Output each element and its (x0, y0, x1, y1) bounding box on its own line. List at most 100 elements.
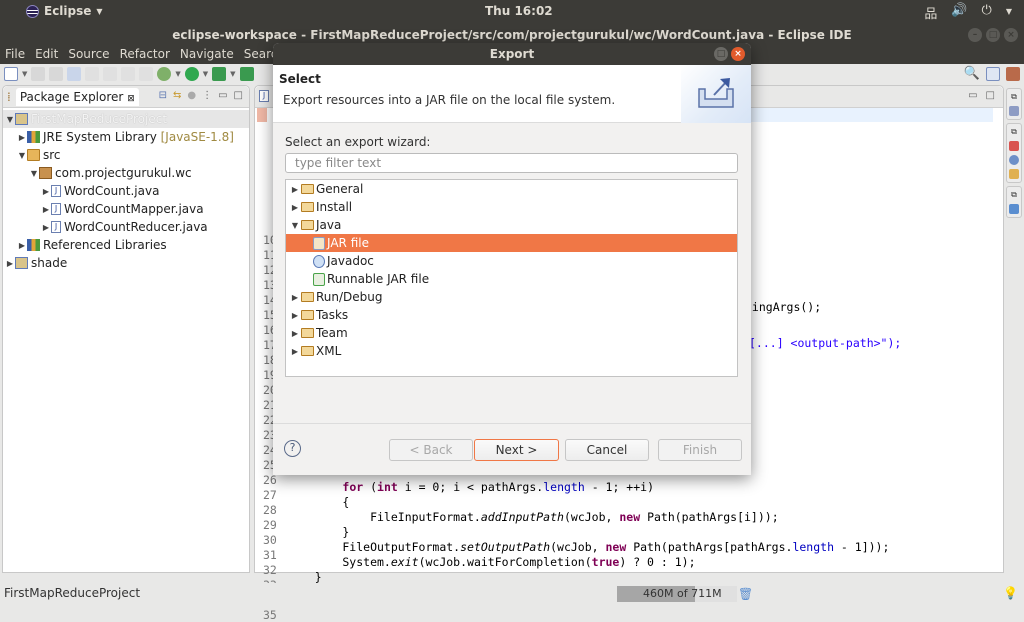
expand-arrow-icon[interactable]: ▶ (289, 329, 301, 338)
back-button[interactable]: < Back (389, 439, 473, 461)
package-explorer-tab[interactable]: Package Explorer ⊠ (15, 87, 139, 106)
network-icon[interactable]: 品 (924, 3, 937, 22)
dialog-maximize-button[interactable]: □ (714, 47, 728, 61)
expand-arrow-icon[interactable]: ▶ (41, 205, 51, 214)
garbage-collect-icon[interactable]: 🗑 (738, 587, 753, 601)
open-perspective-icon[interactable] (986, 66, 1000, 81)
expand-arrow-icon[interactable]: ▼ (29, 169, 39, 178)
wizard-category-tasks[interactable]: ▶ Tasks (286, 306, 737, 324)
task-list-icon[interactable] (1009, 106, 1019, 116)
menu-source[interactable]: Source (63, 46, 114, 64)
tree-item-wordcount[interactable]: ▶ J WordCount.java (3, 182, 249, 200)
collapse-arrow-icon[interactable]: ▼ (289, 221, 301, 230)
wizard-item-javadoc[interactable]: Javadoc (286, 252, 737, 270)
heap-status[interactable]: 460M of 711M (617, 586, 737, 602)
wizard-item-jar-file[interactable]: JAR file (286, 234, 737, 252)
coverage-icon[interactable] (212, 67, 227, 81)
maximize-icon[interactable]: □ (234, 90, 243, 101)
app-menu[interactable]: Eclipse ▼ (26, 4, 103, 18)
run-icon[interactable] (184, 67, 199, 81)
power-icon[interactable]: ⏻ (982, 3, 992, 22)
tree-item-jre[interactable]: ▶ JRE System Library [JavaSE-1.8] (3, 128, 249, 146)
expand-arrow-icon[interactable]: ▶ (5, 259, 15, 268)
filter-icon[interactable]: ● (187, 90, 196, 101)
help-icon[interactable]: ? (284, 440, 301, 457)
wizard-item-runnable-jar[interactable]: Runnable JAR file (286, 270, 737, 288)
expand-arrow-icon[interactable]: ▶ (17, 241, 27, 250)
java-perspective-icon[interactable] (1006, 66, 1020, 81)
maximize-icon[interactable]: □ (986, 90, 995, 101)
chevron-down-icon[interactable]: ▼ (1006, 3, 1012, 22)
wizard-category-xml[interactable]: ▶ XML (286, 342, 737, 360)
view-menu-icon[interactable]: ⋮ (202, 90, 212, 101)
expand-arrow-icon[interactable]: ▶ (289, 185, 301, 194)
wizard-category-java[interactable]: ▼ Java (286, 216, 737, 234)
expand-arrow-icon[interactable]: ▶ (17, 133, 27, 142)
close-icon[interactable]: ⊠ (127, 94, 135, 104)
tip-bulb-icon[interactable]: 💡 (1003, 586, 1018, 600)
expand-arrow-icon[interactable]: ▶ (289, 293, 301, 302)
minimize-button[interactable]: – (968, 28, 982, 42)
system-tray[interactable]: 品 🔊 ⏻ ▼ (924, 3, 1012, 22)
tree-item-package[interactable]: ▼ com.projectgurukul.wc (3, 164, 249, 182)
external-tools-icon[interactable] (239, 67, 254, 81)
chevron-down-icon[interactable]: ▼ (230, 70, 235, 78)
javadoc-icon[interactable] (1009, 155, 1019, 165)
wizard-category-team[interactable]: ▶ Team (286, 324, 737, 342)
collapse-all-icon[interactable]: ⊟ (159, 90, 167, 101)
next-button[interactable]: Next > (474, 439, 559, 461)
volume-icon[interactable]: 🔊 (951, 3, 967, 22)
wizard-category-run-debug[interactable]: ▶ Run/Debug (286, 288, 737, 306)
tree-item-project[interactable]: ▼ FirstMapReduceProject (3, 110, 249, 128)
expand-arrow-icon[interactable]: ▶ (289, 203, 301, 212)
declaration-icon[interactable] (1009, 169, 1019, 179)
tree-item-reducer[interactable]: ▶ J WordCountReducer.java (3, 218, 249, 236)
menu-file[interactable]: File (0, 46, 30, 64)
expand-arrow-icon[interactable]: ▶ (289, 347, 301, 356)
dialog-close-button[interactable]: × (731, 47, 745, 61)
tree-item-mapper[interactable]: ▶ J WordCountMapper.java (3, 200, 249, 218)
wizard-category-general[interactable]: ▶ General (286, 180, 737, 198)
open-type-icon[interactable] (85, 67, 100, 81)
restore-icon[interactable]: ⧉ (1011, 92, 1017, 102)
link-with-editor-icon[interactable]: ⇆ (173, 90, 181, 101)
menu-edit[interactable]: Edit (30, 46, 63, 64)
debug-icon[interactable] (157, 67, 172, 81)
clock[interactable]: Thu 16:02 (485, 4, 553, 18)
minimize-icon[interactable]: ▭ (968, 90, 977, 101)
menu-navigate[interactable]: Navigate (175, 46, 239, 64)
save-icon[interactable] (31, 67, 46, 81)
filter-input[interactable]: type filter text (285, 153, 738, 173)
finish-button[interactable]: Finish (658, 439, 742, 461)
expand-arrow-icon[interactable]: ▶ (289, 311, 301, 320)
restore-icon[interactable]: ⧉ (1011, 190, 1017, 200)
search-icon[interactable]: 🔍 (964, 66, 980, 81)
tree-item-referenced-libraries[interactable]: ▶ Referenced Libraries (3, 236, 249, 254)
expand-arrow-icon[interactable]: ▶ (41, 223, 51, 232)
whitespace-icon[interactable] (139, 67, 154, 81)
save-all-icon[interactable] (49, 67, 64, 81)
outline-icon[interactable] (1009, 204, 1019, 214)
skip-breakpoints-icon[interactable] (67, 67, 82, 81)
expand-arrow-icon[interactable]: ▶ (41, 187, 51, 196)
error-marker[interactable] (257, 108, 267, 122)
restore-icon[interactable]: ⧉ (1011, 127, 1017, 137)
wizard-category-install[interactable]: ▶ Install (286, 198, 737, 216)
chevron-down-icon[interactable]: ▼ (175, 70, 180, 78)
java-file-icon[interactable]: J (259, 90, 269, 102)
toggle-mark-icon[interactable] (103, 67, 118, 81)
maximize-button[interactable]: □ (986, 28, 1000, 42)
tree-item-src[interactable]: ▼ src (3, 146, 249, 164)
expand-arrow-icon[interactable]: ▼ (5, 115, 15, 124)
tree-item-shade[interactable]: ▶ shade (3, 254, 249, 272)
close-button[interactable]: × (1004, 28, 1018, 42)
problems-icon[interactable] (1009, 141, 1019, 151)
new-icon[interactable] (4, 67, 18, 81)
chevron-down-icon[interactable]: ▼ (203, 70, 208, 78)
toggle-block-icon[interactable] (121, 67, 136, 81)
cancel-button[interactable]: Cancel (565, 439, 649, 461)
chevron-down-icon[interactable]: ▼ (22, 70, 27, 78)
expand-arrow-icon[interactable]: ▼ (17, 151, 27, 160)
menu-refactor[interactable]: Refactor (115, 46, 175, 64)
minimize-icon[interactable]: ▭ (218, 90, 227, 101)
